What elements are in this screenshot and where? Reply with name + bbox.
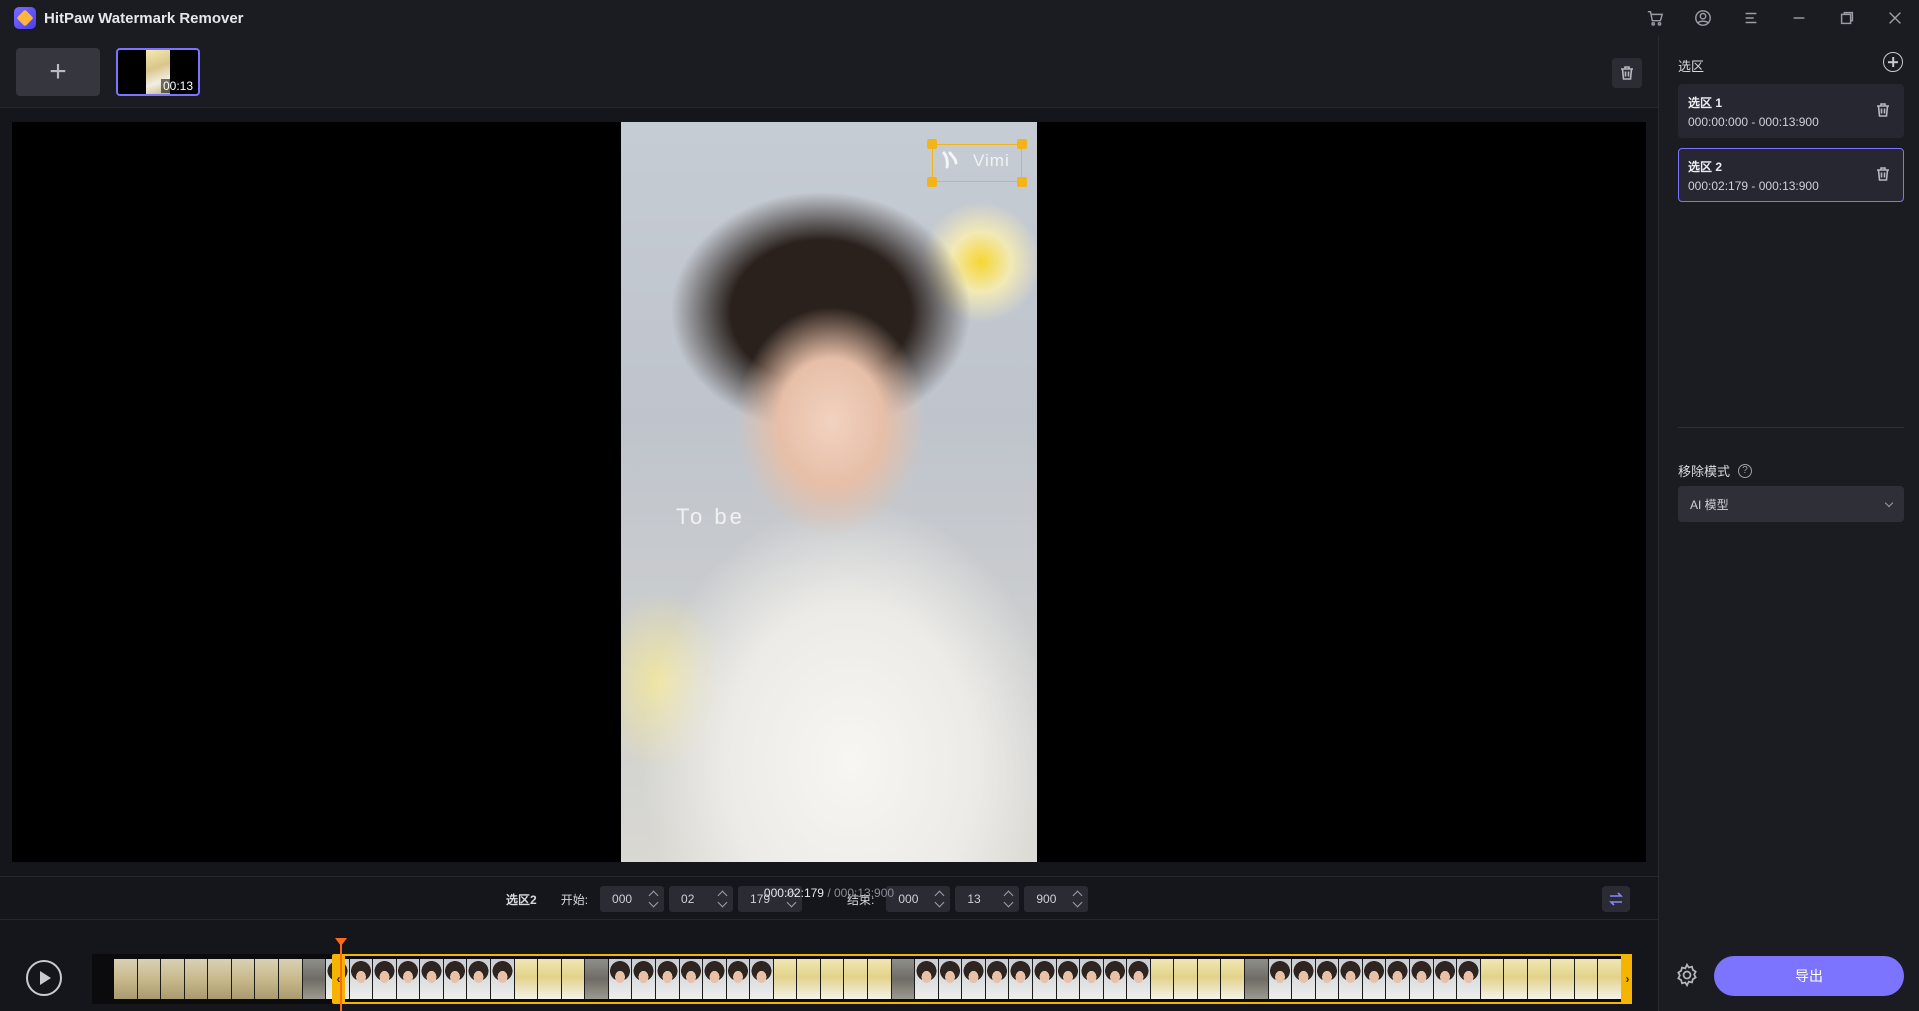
timeline-frame [208,959,232,999]
resize-handle-bottom-right[interactable] [1017,177,1027,187]
time-separator: / [823,886,834,900]
time-readout: 000:02:179 / 000:13:900 [0,886,1658,900]
work-area: + 00:13 To be Vimi 选区2 开始: 000 02 179 结束… [0,36,1658,1011]
app-logo-icon [14,7,36,29]
timeline-selection-range[interactable]: ‹ › [332,954,1632,1004]
resize-handle-bottom-left[interactable] [927,177,937,187]
add-region-icon[interactable] [1883,52,1903,72]
delete-region-2-icon[interactable] [1875,166,1893,184]
removal-mode-label: 移除模式 ? [1678,461,1753,480]
timeline-frame [278,959,303,999]
removal-mode-select[interactable]: AI 模型 [1678,486,1904,522]
timeline-frame [302,959,327,999]
watermark-selection-box[interactable]: Vimi [927,139,1027,187]
add-file-button[interactable]: + [16,48,100,96]
settings-gear-icon[interactable] [1674,962,1700,988]
playhead[interactable] [335,938,347,1011]
timeline-frame [184,959,209,999]
total-time: 000:13:900 [834,886,895,900]
close-icon[interactable] [1871,0,1919,36]
file-strip: + 00:13 [0,36,1658,108]
app-title: HitPaw Watermark Remover [44,9,244,27]
timeline-frame [137,959,162,999]
file-duration: 00:13 [160,79,195,93]
range-end-handle[interactable]: › [1621,954,1632,1004]
region-name: 选区 1 [1688,96,1723,110]
range-start-handle[interactable]: ‹ [332,954,345,1004]
region-card-2[interactable]: 选区 2 000:02:179 - 000:13:900 [1678,148,1904,202]
watermark-logo-text: Vimi [973,151,1010,170]
region-range: 000:00:000 - 000:13:900 [1688,115,1819,129]
cart-icon[interactable] [1631,0,1679,36]
resize-handle-top-right[interactable] [1017,139,1027,149]
menu-icon[interactable] [1727,0,1775,36]
timeline-frame [255,959,279,999]
timeline-frame [161,959,185,999]
title-bar: HitPaw Watermark Remover [0,0,1919,36]
export-button[interactable]: 导出 [1714,956,1904,996]
restore-icon[interactable] [1823,0,1871,36]
right-panel: 选区 选区 1 000:00:000 - 000:13:900 选区 2 000… [1658,36,1919,1011]
account-icon[interactable] [1679,0,1727,36]
minimize-icon[interactable] [1775,0,1823,36]
timeline-filmstrip[interactable]: ‹ › [92,954,1632,1004]
plus-icon: + [49,55,67,88]
region-name: 选区 2 [1688,160,1723,174]
resize-handle-top-left[interactable] [927,139,937,149]
chevron-down-icon [1884,498,1894,508]
timeline-frame [114,959,138,999]
region-range: 000:02:179 - 000:13:900 [1688,179,1819,193]
help-icon[interactable]: ? [1738,463,1753,478]
watermark-logo-icon [942,151,958,169]
file-thumbnail[interactable]: 00:13 [116,48,200,96]
region-card-1[interactable]: 选区 1 000:00:000 - 000:13:900 [1678,84,1904,138]
watermark-text-overlay: To be [676,504,745,529]
current-time: 000:02:179 [763,886,824,900]
video-frame: To be Vimi [621,122,1037,862]
regions-title: 选区 [1678,59,1705,74]
delete-file-button[interactable] [1612,58,1642,88]
video-preview: To be Vimi [12,122,1646,862]
play-button[interactable] [26,960,62,996]
timeline-frame [231,959,256,999]
delete-region-1-icon[interactable] [1875,102,1893,120]
trash-icon [1621,66,1633,80]
window-controls [1631,0,1919,36]
panel-divider [1678,427,1904,428]
